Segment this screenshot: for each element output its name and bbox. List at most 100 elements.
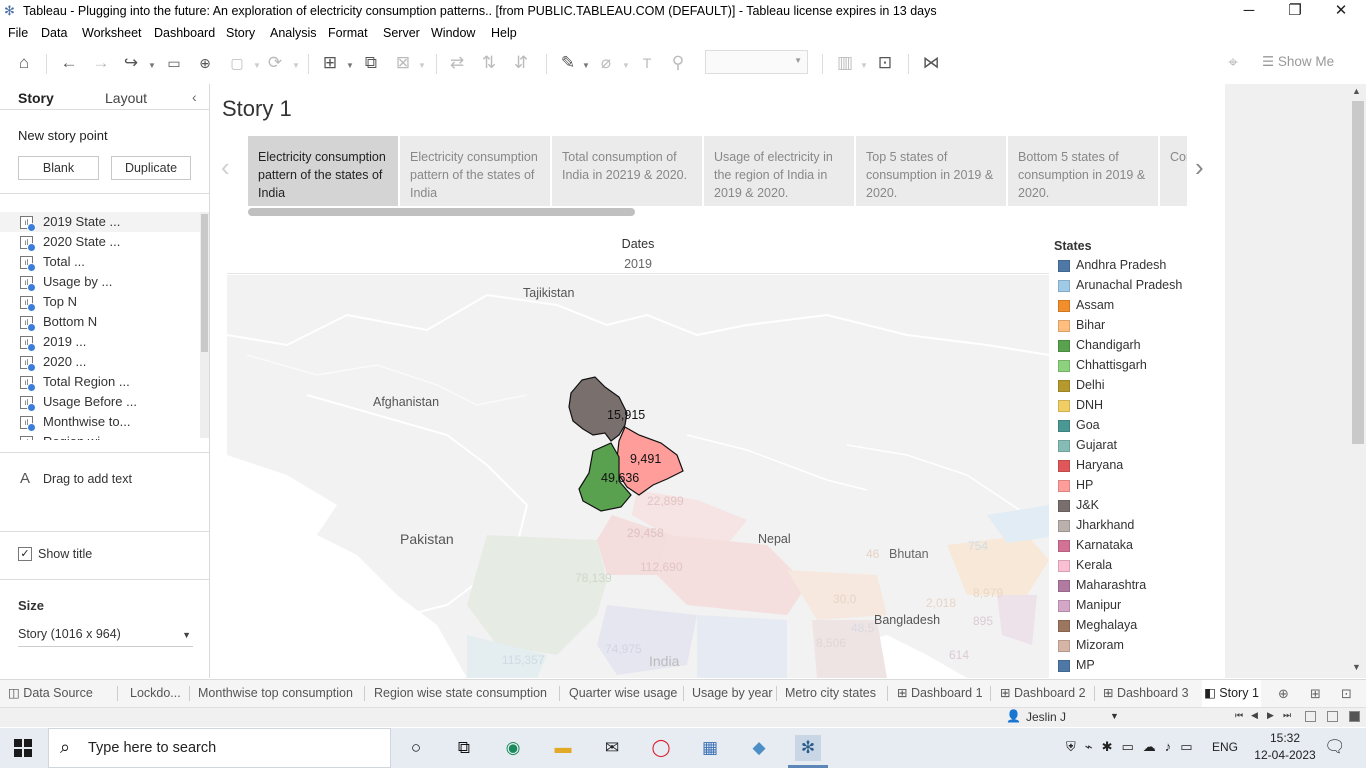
- tab-lockdown[interactable]: Lockdo...: [128, 680, 183, 707]
- show-sheet-sorter-icon[interactable]: [1327, 711, 1338, 722]
- menu-file[interactable]: File: [8, 26, 28, 40]
- opera-icon[interactable]: ◯: [648, 735, 674, 761]
- legend-item[interactable]: Gujarat: [1058, 436, 1223, 456]
- duplicate-sheet-icon[interactable]: ⧉: [360, 52, 382, 74]
- story-point-2[interactable]: Electricity consumption pattern of the s…: [400, 136, 550, 206]
- legend-item[interactable]: Karnataka: [1058, 536, 1223, 556]
- legend-item[interactable]: J&K: [1058, 496, 1223, 516]
- file-explorer-icon[interactable]: ▬: [550, 735, 576, 761]
- region-uttar-pradesh[interactable]: [657, 535, 807, 615]
- sheet-list-item[interactable]: ıl Total ...: [0, 252, 200, 272]
- size-dropdown[interactable]: Story (1016 x 964) ▼: [18, 627, 193, 647]
- story-point-7[interactable]: Cor ele 202: [1160, 136, 1187, 206]
- minimize-button[interactable]: ─: [1226, 0, 1272, 23]
- tab-metro-city-states[interactable]: Metro city states: [783, 680, 878, 707]
- last-sheet-icon[interactable]: ⏭: [1283, 710, 1291, 721]
- presentation-mode-icon[interactable]: ⊡: [874, 52, 896, 74]
- save-icon[interactable]: ▭: [163, 52, 185, 74]
- region-madhya-pradesh[interactable]: [597, 605, 697, 675]
- group-members-icon[interactable]: ⌀: [595, 52, 617, 74]
- replay-icon[interactable]: ↪: [120, 52, 142, 74]
- restore-button[interactable]: ❐: [1272, 0, 1318, 23]
- menu-data[interactable]: Data: [41, 26, 67, 40]
- menu-analysis[interactable]: Analysis: [270, 26, 317, 40]
- india-map[interactable]: Tajikistan Afghanistan Pakistan Nepal Bh…: [227, 275, 1049, 678]
- sheet-list-scroll-thumb[interactable]: [201, 214, 208, 352]
- chevron-down-icon[interactable]: ▼: [860, 61, 868, 70]
- clear-sheet-icon[interactable]: ⊠: [392, 52, 414, 74]
- fit-dropdown[interactable]: ▼: [705, 50, 808, 74]
- fit-icon[interactable]: ▥: [834, 52, 856, 74]
- chevron-down-icon[interactable]: ▼: [148, 61, 156, 70]
- menu-dashboard[interactable]: Dashboard: [154, 26, 215, 40]
- tab-layout[interactable]: Layout: [105, 90, 147, 106]
- sort-descending-icon[interactable]: ⇵: [510, 52, 532, 74]
- sheet-list-item[interactable]: ıl Monthwise to...: [0, 412, 200, 432]
- redo-icon[interactable]: →: [90, 52, 112, 74]
- fix-axes-icon[interactable]: ⚲: [667, 52, 689, 74]
- cortana-icon[interactable]: ○: [403, 735, 429, 761]
- tab-region-wise-state-consumption[interactable]: Region wise state consumption: [372, 680, 549, 707]
- dates-value[interactable]: 2019: [227, 257, 1049, 271]
- previous-story-point-icon[interactable]: ‹: [221, 152, 230, 183]
- chevron-down-icon[interactable]: ▼: [418, 61, 426, 70]
- previous-sheet-icon[interactable]: ◀: [1251, 710, 1258, 721]
- show-filmstrip-icon[interactable]: [1305, 711, 1316, 722]
- mail-icon[interactable]: ✉: [599, 735, 625, 761]
- menu-window[interactable]: Window: [431, 26, 475, 40]
- legend-item[interactable]: Chandigarh: [1058, 336, 1223, 356]
- show-mark-labels-icon[interactable]: T: [636, 52, 658, 74]
- legend-item[interactable]: Maharashtra: [1058, 576, 1223, 596]
- legend-item[interactable]: Manipur: [1058, 596, 1223, 616]
- legend-item[interactable]: Haryana: [1058, 456, 1223, 476]
- tab-story-1[interactable]: ◧ Story 1: [1202, 680, 1261, 707]
- scroll-up-icon[interactable]: ▲: [1352, 86, 1361, 96]
- legend-item[interactable]: Bihar: [1058, 316, 1223, 336]
- refresh-icon[interactable]: ⟳: [264, 52, 286, 74]
- sheet-list-item[interactable]: ıl 2020 ...: [0, 352, 200, 372]
- legend-item[interactable]: Chhattisgarh: [1058, 356, 1223, 376]
- undo-icon[interactable]: ←: [58, 52, 80, 74]
- edge-icon[interactable]: ◉: [500, 735, 526, 761]
- vertical-scroll-thumb[interactable]: [1352, 101, 1364, 444]
- legend-item[interactable]: HP: [1058, 476, 1223, 496]
- format-painter-icon[interactable]: ⌖: [1222, 52, 1244, 74]
- legend-item[interactable]: Goa: [1058, 416, 1223, 436]
- menu-worksheet[interactable]: Worksheet: [82, 26, 142, 40]
- sheet-list-item[interactable]: ıl 2019 ...: [0, 332, 200, 352]
- user-name[interactable]: Jeslin J: [1026, 710, 1066, 724]
- new-worksheet-icon[interactable]: ⊞: [318, 52, 342, 74]
- story-point-1[interactable]: Electricity consumption pattern of the s…: [248, 136, 398, 206]
- story-point-5[interactable]: Top 5 states of consumption in 2019 & 20…: [856, 136, 1006, 206]
- legend-item[interactable]: Jharkhand: [1058, 516, 1223, 536]
- menu-server[interactable]: Server: [383, 26, 420, 40]
- drag-to-add-text[interactable]: Drag to add text: [43, 472, 132, 486]
- new-story-icon[interactable]: ⊡: [1341, 686, 1352, 702]
- sort-ascending-icon[interactable]: ⇅: [478, 52, 500, 74]
- app-icon[interactable]: ◆: [746, 735, 772, 761]
- blank-button[interactable]: Blank: [18, 156, 99, 180]
- show-me-button[interactable]: ☰ Show Me: [1262, 54, 1334, 70]
- chevron-down-icon[interactable]: ▼: [622, 61, 630, 70]
- sheet-list-item[interactable]: ıl Region wi...: [0, 432, 200, 440]
- new-worksheet-icon[interactable]: ⊕: [1278, 686, 1289, 702]
- sheet-list-item[interactable]: ıl Usage Before ...: [0, 392, 200, 412]
- chevron-down-icon[interactable]: ▼: [253, 61, 261, 70]
- sheet-list-item[interactable]: ıl 2020 State ...: [0, 232, 200, 252]
- tab-dashboard-3[interactable]: ⊞ Dashboard 3: [1101, 680, 1191, 707]
- story-title[interactable]: Story 1: [222, 96, 292, 122]
- next-sheet-icon[interactable]: ▶: [1267, 710, 1274, 721]
- story-point-6[interactable]: Bottom 5 states of consumption in 2019 &…: [1008, 136, 1158, 206]
- tab-story[interactable]: Story: [18, 90, 54, 106]
- show-tabs-icon[interactable]: [1349, 711, 1360, 722]
- sheet-list-item[interactable]: ıl Top N: [0, 292, 200, 312]
- home-icon[interactable]: ⌂: [12, 52, 36, 74]
- chevron-down-icon[interactable]: ▼: [292, 61, 300, 70]
- legend-item[interactable]: Arunachal Pradesh: [1058, 276, 1223, 296]
- pause-updates-icon[interactable]: ▢: [226, 52, 248, 74]
- tab-monthwise-top-consumption[interactable]: Monthwise top consumption: [196, 680, 355, 707]
- story-navigator-scrollbar[interactable]: [248, 208, 635, 216]
- new-dashboard-icon[interactable]: ⊞: [1310, 686, 1321, 702]
- tab-dashboard-1[interactable]: ⊞ Dashboard 1: [895, 680, 985, 707]
- legend-item[interactable]: Delhi: [1058, 376, 1223, 396]
